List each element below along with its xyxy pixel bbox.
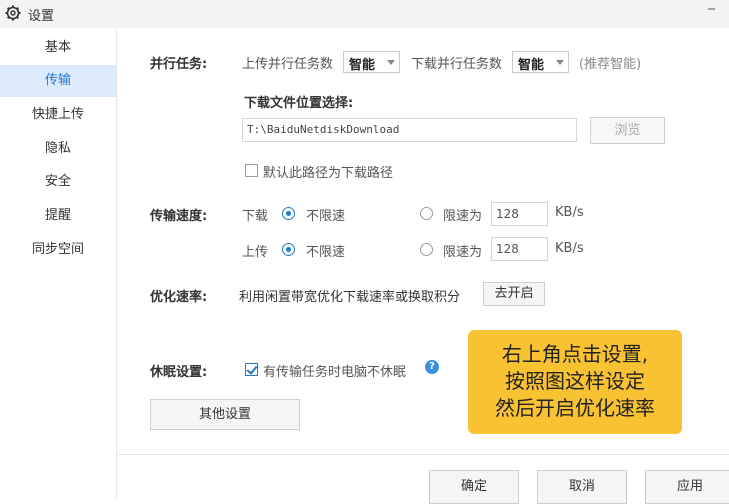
upload-parallel-label: 上传并行任务数 xyxy=(242,57,334,72)
optimize-rate-label: 优化速率: xyxy=(150,290,208,305)
cancel-button[interactable]: 取消 xyxy=(537,470,627,504)
recommend-hint: (推荐智能) xyxy=(579,57,642,72)
download-unlimited-radio[interactable] xyxy=(282,207,295,220)
upload-unlimited-label: 不限速 xyxy=(306,245,346,260)
chevron-down-icon xyxy=(556,60,564,65)
sidebar-item-sync-space[interactable]: 同步空间 xyxy=(0,234,116,266)
sidebar-item-security[interactable]: 安全 xyxy=(0,166,116,198)
download-limit-label: 限速为 xyxy=(443,209,483,224)
sidebar-item-reminder[interactable]: 提醒 xyxy=(0,200,116,232)
dialog-footer: 确定 取消 应用 xyxy=(117,454,729,504)
download-speed-label: 下载 xyxy=(242,209,269,224)
download-unit-label: KB/s xyxy=(555,205,584,220)
sleep-settings-label: 休眠设置: xyxy=(150,365,208,380)
upload-limit-radio[interactable] xyxy=(420,243,433,256)
sidebar-item-privacy[interactable]: 隐私 xyxy=(0,133,116,165)
gear-icon xyxy=(5,5,21,21)
transfer-speed-label: 传输速度: xyxy=(150,209,208,224)
download-parallel-select[interactable]: 智能 xyxy=(512,51,569,73)
settings-sidebar: 基本 传输 快捷上传 隐私 安全 提醒 同步空间 xyxy=(0,28,117,500)
download-limit-radio[interactable] xyxy=(420,207,433,220)
upload-parallel-value: 智能 xyxy=(349,58,376,73)
prevent-sleep-checkbox[interactable] xyxy=(245,363,258,376)
sidebar-item-basic[interactable]: 基本 xyxy=(0,32,116,64)
optimize-description: 利用闲置带宽优化下载速率或换取积分 xyxy=(239,290,461,305)
upload-unit-label: KB/s xyxy=(555,241,584,256)
download-path-input[interactable]: T:\BaiduNetdiskDownload xyxy=(242,118,577,142)
window-title: 设置 xyxy=(28,9,55,24)
download-parallel-value: 智能 xyxy=(518,58,545,73)
title-bar: 设置 _ xyxy=(0,0,729,28)
download-unlimited-label: 不限速 xyxy=(306,209,346,224)
upload-speed-label: 上传 xyxy=(242,245,269,260)
apply-button[interactable]: 应用 xyxy=(645,470,729,504)
instruction-callout: 右上角点击设置, 按照图这样设定 然后开启优化速率 xyxy=(468,330,682,434)
chevron-down-icon xyxy=(387,60,395,65)
sidebar-item-quick-upload[interactable]: 快捷上传 xyxy=(0,99,116,131)
parallel-tasks-label: 并行任务: xyxy=(150,57,208,72)
default-path-checkbox[interactable] xyxy=(245,164,258,177)
sidebar-item-transfer[interactable]: 传输 xyxy=(0,65,116,97)
upload-unlimited-radio[interactable] xyxy=(282,243,295,256)
download-parallel-label: 下载并行任务数 xyxy=(411,57,503,72)
download-limit-input[interactable]: 128 xyxy=(491,202,548,226)
callout-line-1: 右上角点击设置, xyxy=(501,342,649,366)
help-icon[interactable]: ? xyxy=(425,360,439,374)
upload-limit-input[interactable]: 128 xyxy=(491,237,548,261)
other-settings-button[interactable]: 其他设置 xyxy=(150,399,300,430)
prevent-sleep-label: 有传输任务时电脑不休眠 xyxy=(263,365,407,380)
minimize-icon[interactable]: _ xyxy=(708,0,715,10)
callout-line-2: 按照图这样设定 xyxy=(505,369,645,393)
ok-button[interactable]: 确定 xyxy=(429,470,519,504)
callout-line-3: 然后开启优化速率 xyxy=(495,396,655,420)
enable-optimize-button[interactable]: 去开启 xyxy=(483,282,545,306)
upload-parallel-select[interactable]: 智能 xyxy=(343,51,400,73)
default-path-label: 默认此路径为下载路径 xyxy=(263,166,394,181)
download-location-label: 下载文件位置选择: xyxy=(244,96,354,111)
upload-limit-label: 限速为 xyxy=(443,245,483,260)
browse-button[interactable]: 浏览 xyxy=(590,117,665,144)
